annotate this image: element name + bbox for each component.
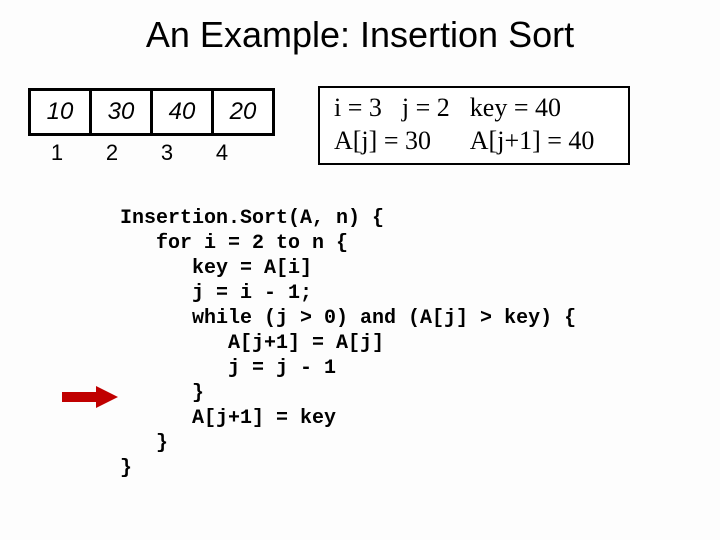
state-key: key = 40	[470, 92, 615, 125]
state-aj1: A[j+1] = 40	[470, 125, 615, 158]
code-line: Insertion.Sort(A, n) {	[120, 207, 384, 230]
code-line: key = A[i]	[120, 257, 312, 280]
code-line: }	[120, 457, 132, 480]
array-cell: 30	[89, 88, 153, 136]
state-j: j = 2	[402, 92, 470, 125]
array-index: 2	[83, 140, 141, 166]
array-index-row: 1 2 3 4	[28, 140, 275, 166]
array-values-row: 10 30 40 20	[28, 88, 275, 136]
code-line: A[j+1] = key	[120, 407, 336, 430]
code-line: }	[120, 382, 204, 405]
state-variables-box: i = 3 j = 2 key = 40 A[j] = 30 A[j+1] = …	[318, 86, 630, 165]
array-index: 3	[138, 140, 196, 166]
array-index: 1	[28, 140, 86, 166]
state-aj: A[j] = 30	[334, 125, 470, 158]
slide: An Example: Insertion Sort 10 30 40 20 1…	[0, 0, 720, 540]
array-visual: 10 30 40 20 1 2 3 4	[28, 88, 275, 166]
array-index: 4	[193, 140, 251, 166]
code-line: while (j > 0) and (A[j] > key) {	[120, 307, 576, 330]
page-title: An Example: Insertion Sort	[0, 14, 720, 56]
array-cell: 40	[150, 88, 214, 136]
array-cell: 20	[211, 88, 275, 136]
code-line: A[j+1] = A[j]	[120, 332, 384, 355]
code-line: }	[120, 432, 168, 455]
code-line: j = i - 1;	[120, 282, 312, 305]
code-line: for i = 2 to n {	[120, 232, 348, 255]
code-line: j = j - 1	[120, 357, 336, 380]
code-listing: Insertion.Sort(A, n) { for i = 2 to n { …	[120, 206, 576, 481]
array-cell: 10	[28, 88, 92, 136]
arrow-right-icon	[62, 386, 118, 408]
state-i: i = 3	[334, 92, 402, 125]
